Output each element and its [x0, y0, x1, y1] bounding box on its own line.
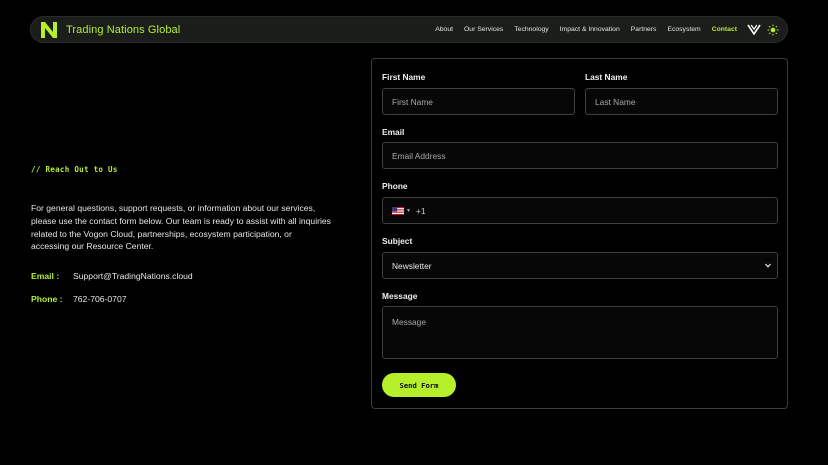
first-name-input[interactable]: [382, 88, 575, 115]
brand-name[interactable]: Trading Nations Global: [66, 24, 180, 36]
nav-item-impact-innovation[interactable]: Impact & Innovation: [560, 26, 620, 33]
message-label: Message: [382, 291, 418, 301]
phone-dial-code: +1: [415, 205, 426, 216]
phone-link[interactable]: 762-706-0707: [73, 294, 127, 304]
phone-contact-row: Phone : 762-706-0707: [31, 294, 127, 304]
contact-form: First Name Last Name Email Phone ▼ +1 Su…: [371, 58, 788, 409]
us-flag-icon[interactable]: [392, 206, 404, 215]
email-label: Email :: [31, 271, 60, 281]
chevron-down-icon: [765, 263, 771, 268]
nav-item-ecosystem[interactable]: Ecosystem: [667, 26, 700, 33]
nav-item-partners[interactable]: Partners: [631, 26, 657, 33]
sun-icon[interactable]: [767, 24, 779, 36]
subject-label: Subject: [382, 236, 413, 246]
last-name-input[interactable]: [585, 88, 778, 115]
phone-label: Phone :: [31, 294, 63, 304]
last-name-label: Last Name: [585, 72, 628, 82]
email-link[interactable]: Support@TradingNations.cloud: [73, 271, 193, 281]
first-name-label: First Name: [382, 72, 426, 82]
subject-select[interactable]: Newsletter: [382, 252, 778, 279]
nav-item-contact[interactable]: Contact: [712, 26, 737, 33]
nav-item-our-services[interactable]: Our Services: [464, 26, 503, 33]
section-kicker: // Reach Out to Us: [31, 165, 118, 174]
v-logo-icon[interactable]: [747, 24, 761, 36]
send-form-button[interactable]: Send Form: [382, 373, 456, 397]
email-contact-row: Email : Support@TradingNations.cloud: [31, 271, 193, 281]
intro-paragraph: For general questions, support requests,…: [31, 203, 331, 252]
country-dropdown-caret-icon[interactable]: ▼: [406, 208, 411, 214]
email-field-label: Email: [382, 127, 405, 137]
nav-item-technology[interactable]: Technology: [514, 26, 548, 33]
nav-item-about[interactable]: About: [435, 26, 453, 33]
top-nav: Trading Nations Global About Our Service…: [30, 16, 788, 43]
nav-menu: About Our Services Technology Impact & I…: [424, 26, 737, 33]
phone-input[interactable]: ▼ +1: [382, 197, 778, 224]
subject-selected-value: Newsletter: [392, 260, 432, 271]
logo-n-icon[interactable]: [40, 20, 60, 40]
phone-field-label: Phone: [382, 181, 408, 191]
email-input[interactable]: [382, 142, 778, 169]
message-textarea[interactable]: [382, 306, 778, 359]
